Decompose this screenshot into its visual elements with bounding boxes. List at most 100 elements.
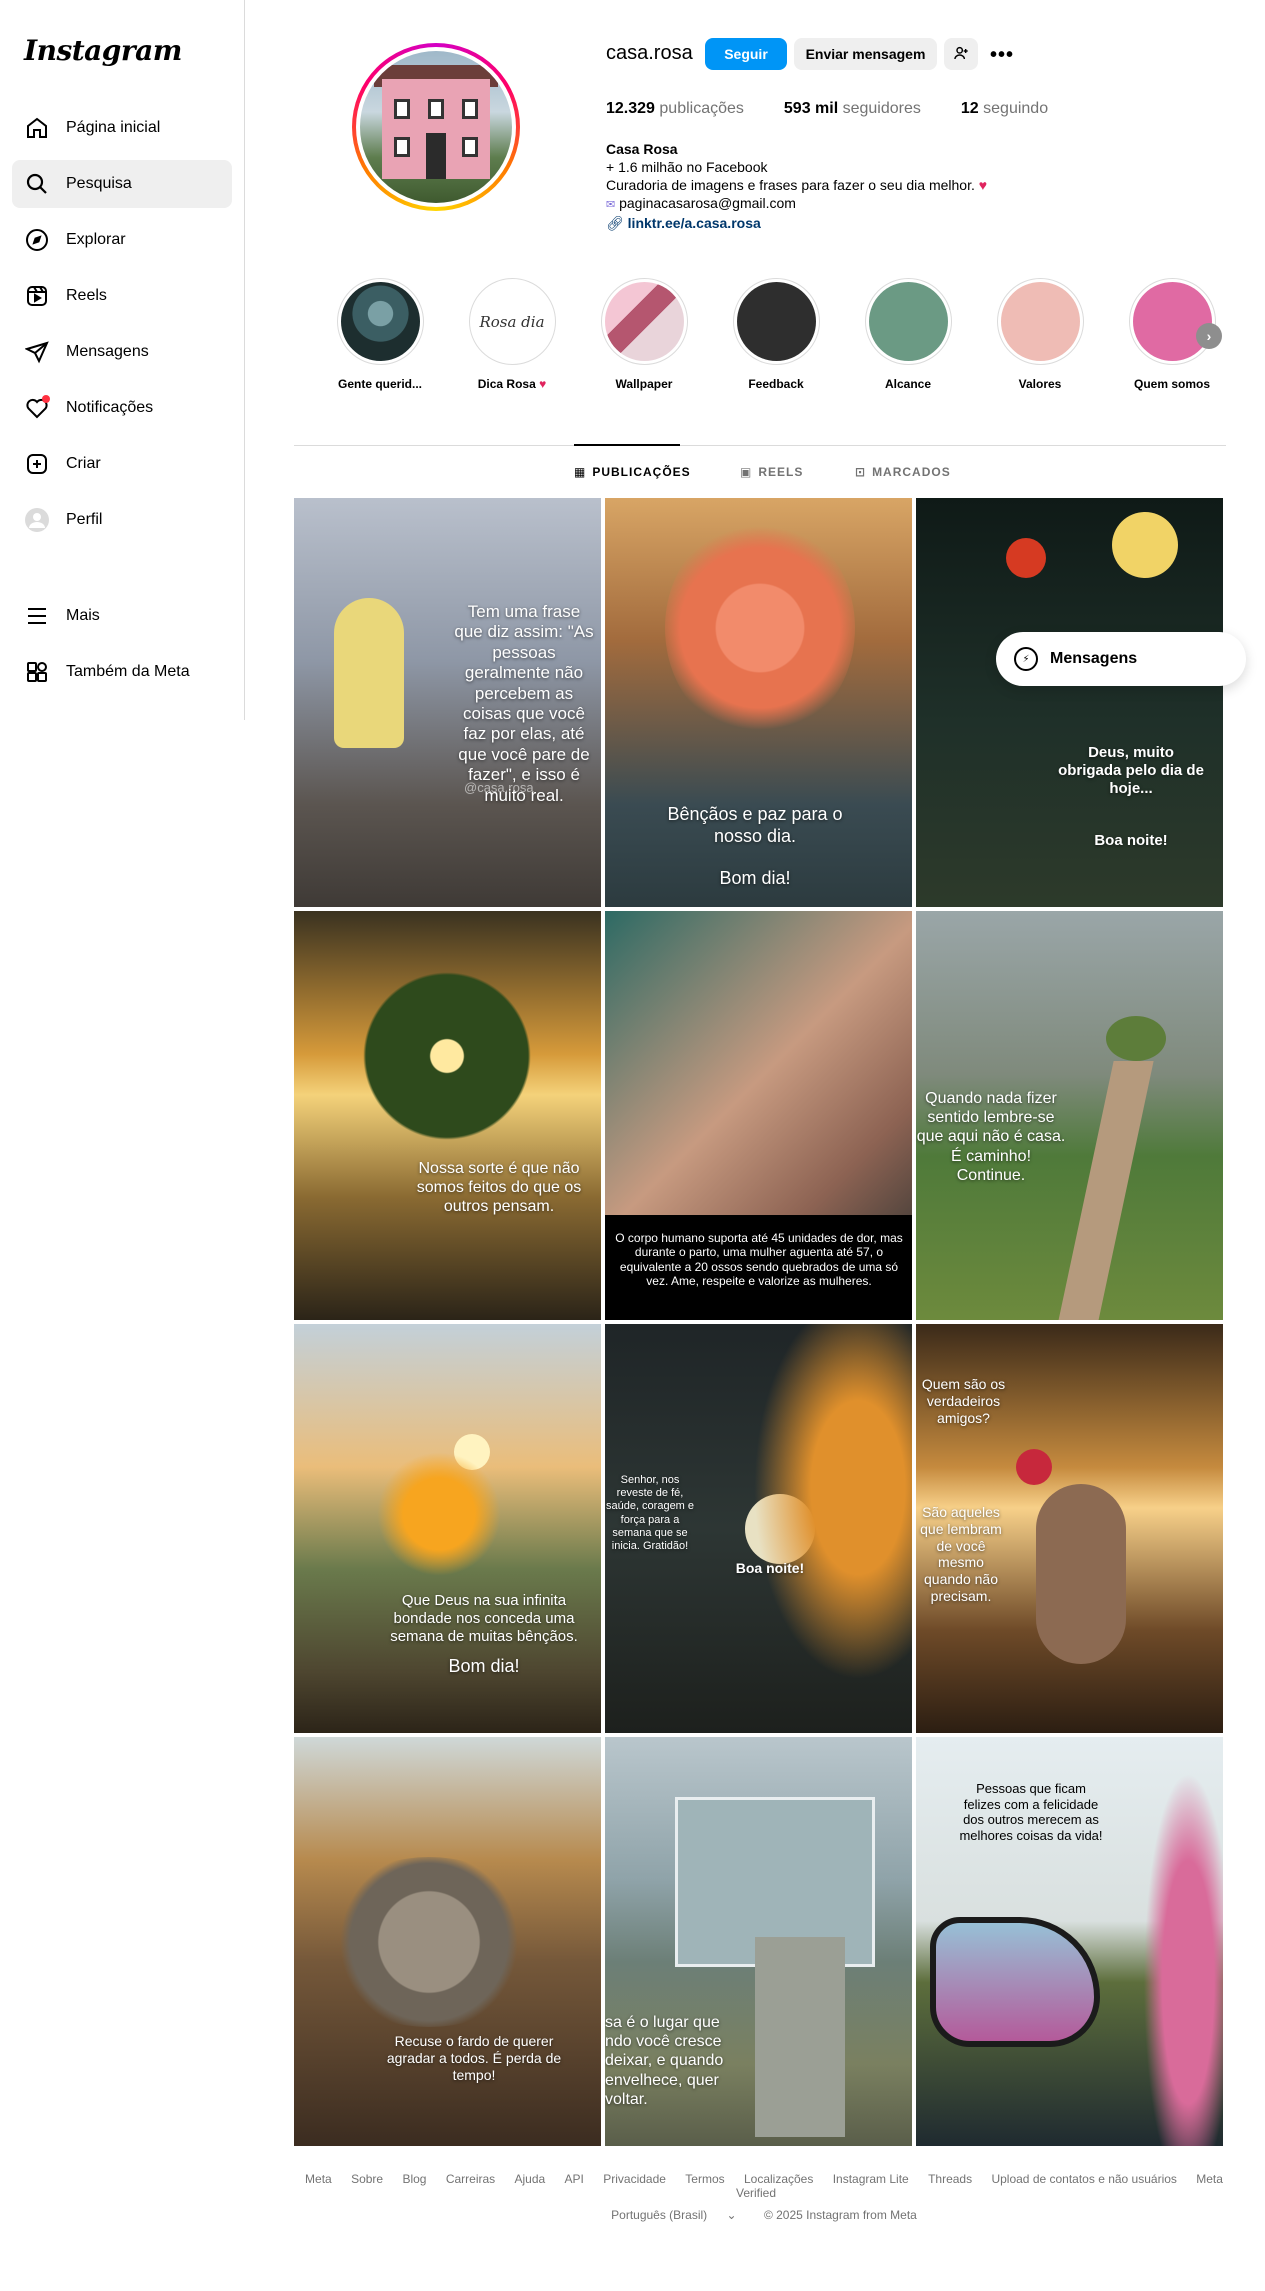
copyright: © 2025 Instagram from Meta <box>763 2208 917 2222</box>
sidebar-item-explore[interactable]: Explorar <box>12 216 232 264</box>
bio-line: Curadoria de imagens e frases para fazer… <box>606 177 988 193</box>
footer-link[interactable]: Sobre <box>351 2172 383 2186</box>
post-tile[interactable]: Nossa sorte é que não somos feitos do qu… <box>294 911 601 1320</box>
post-tile[interactable]: Que Deus na sua infinita bondade nos con… <box>294 1324 601 1733</box>
moon <box>1112 512 1178 578</box>
footer-link[interactable]: Upload de contatos e não usuários <box>991 2172 1176 2186</box>
post-tile[interactable]: Recuse o fardo de querer agradar a todos… <box>294 1737 601 2146</box>
footer-link[interactable]: Instagram Lite <box>833 2172 909 2186</box>
posts-count: 12.329 publicações <box>606 100 744 117</box>
footer-link[interactable]: API <box>565 2172 584 2186</box>
sidebar-item-create[interactable]: Criar <box>12 440 232 488</box>
red-poppy <box>1006 538 1046 578</box>
tab-reels[interactable]: ▣ REELS <box>740 465 803 479</box>
post-tile[interactable]: Deus, muito obrigada pelo dia de hoje...… <box>916 498 1223 907</box>
sidebar-item-also-from-meta[interactable]: Também da Meta <box>12 648 232 696</box>
footer-link[interactable]: Privacidade <box>603 2172 666 2186</box>
sidebar-item-messages[interactable]: Mensagens <box>12 328 232 376</box>
footer-links: Meta Sobre Blog Carreiras Ajuda API Priv… <box>294 2172 1226 2200</box>
chevron-down-icon: ⌄ <box>726 2208 737 2222</box>
highlight-alcance[interactable]: Alcance <box>853 278 963 391</box>
instagram-logo[interactable]: Instagram <box>24 34 182 67</box>
tab-tagged[interactable]: ⊡ MARCADOS <box>855 465 951 479</box>
post-tile[interactable]: O corpo humano suporta até 45 unidades d… <box>605 911 912 1320</box>
post-tile[interactable]: Tem uma frase que diz assim: "As pessoas… <box>294 498 601 907</box>
profile-avatar-icon <box>24 507 50 533</box>
messages-floating-button[interactable]: ⚡︎ Mensagens <box>996 632 1246 686</box>
profile-bio: Casa Rosa + 1.6 milhão no Facebook Curad… <box>606 140 987 232</box>
sidebar-item-home[interactable]: Página inicial <box>12 104 232 152</box>
highlight-dica-rosa[interactable]: Rosa dia Dica Rosa ♥ <box>457 278 567 391</box>
sidebar-item-more[interactable]: Mais <box>12 592 232 640</box>
sidebar-item-profile[interactable]: Perfil <box>12 496 232 544</box>
footer-link[interactable]: Termos <box>685 2172 724 2186</box>
sidebar-item-label: Mais <box>66 607 100 624</box>
pink-flowers <box>1136 1737 1223 2146</box>
profile-avatar[interactable] <box>352 43 520 211</box>
follow-button[interactable]: Seguir <box>705 38 787 70</box>
door <box>426 133 446 179</box>
bio-line: + 1.6 milhão no Facebook <box>606 159 768 175</box>
footer-link[interactable]: Localizações <box>744 2172 813 2186</box>
sidebar-item-reels[interactable]: Reels <box>12 272 232 320</box>
sidebar-item-label: Notificações <box>66 399 154 416</box>
active-tab-indicator <box>574 444 680 446</box>
post-tile[interactable]: Quando nada fizer sentido lembre-se que … <box>916 911 1223 1320</box>
footer-link[interactable]: Meta <box>305 2172 332 2186</box>
plus-square-icon <box>24 451 50 477</box>
suggested-users-button[interactable] <box>944 38 978 70</box>
bio-link[interactable]: 🔗︎ linktr.ee/a.casa.rosa <box>606 214 987 232</box>
footer-link[interactable]: Threads <box>928 2172 972 2186</box>
more-options-icon[interactable]: ••• <box>990 44 1014 67</box>
sidebar-item-label: Também da Meta <box>66 663 190 680</box>
sidebar-item-search[interactable]: Pesquisa <box>12 160 232 208</box>
sidebar-item-label: Perfil <box>66 511 103 528</box>
grid-icon: ▦ <box>574 465 587 479</box>
post-tile[interactable]: Senhor, nos reveste de fé, saúde, corage… <box>605 1324 912 1733</box>
following-count[interactable]: 12 seguindo <box>961 100 1048 118</box>
tabs-divider <box>294 445 1226 446</box>
footer-link[interactable]: Blog <box>402 2172 426 2186</box>
sidebar-item-label: Página inicial <box>66 119 161 136</box>
messenger-icon: ⚡︎ <box>1014 647 1038 671</box>
language-selector[interactable]: Português (Brasil) ⌄ <box>603 2208 744 2222</box>
profile-username: casa.rosa <box>606 42 693 64</box>
menu-icon <box>24 603 50 629</box>
orange-blossoms <box>725 1324 912 1733</box>
link-icon: 🔗︎ <box>606 215 624 231</box>
post-tile[interactable]: Pessoas que ficam felizes com a felicida… <box>916 1737 1223 2146</box>
bio-email: ✉ paginacasarosa@gmail.com <box>606 195 796 211</box>
sidebar-item-label: Reels <box>66 287 107 304</box>
heart-icon <box>24 395 50 421</box>
rose <box>1016 1449 1052 1485</box>
post-tile[interactable]: Quem são os verdadeiros amigos? São aque… <box>916 1324 1223 1733</box>
tagged-icon: ⊡ <box>855 465 867 479</box>
tab-posts[interactable]: ▦ PUBLICAÇÕES <box>574 465 691 479</box>
sidebar: Instagram Página inicial Pesquisa Explor… <box>0 0 245 720</box>
notification-dot <box>42 395 50 403</box>
post-tile[interactable]: sa é o lugar que ndo você cresce deixar,… <box>605 1737 912 2146</box>
flower-bouquet <box>665 518 855 738</box>
highlight-wallpaper[interactable]: Wallpaper <box>589 278 699 391</box>
highlight-valores[interactable]: Valores <box>985 278 1095 391</box>
avatar-pink-house-image <box>360 51 512 203</box>
doll-figure <box>334 598 404 748</box>
highlight-feedback[interactable]: Feedback <box>721 278 831 391</box>
reels-icon <box>24 283 50 309</box>
car-mirror <box>930 1917 1100 2047</box>
followers-count[interactable]: 593 mil seguidores <box>784 100 921 118</box>
chevron-right-icon[interactable]: › <box>1196 323 1222 349</box>
compass-icon <box>24 227 50 253</box>
home-icon <box>24 115 50 141</box>
footer-link[interactable]: Ajuda <box>515 2172 546 2186</box>
profile-stats: 12.329 publicações 593 mil seguidores 12… <box>606 100 1088 118</box>
search-icon <box>24 171 50 197</box>
send-message-button[interactable]: Enviar mensagem <box>794 38 937 70</box>
sidebar-item-notifications[interactable]: Notificações <box>12 384 232 432</box>
sidebar-item-label: Pesquisa <box>66 175 132 192</box>
sidebar-item-label: Criar <box>66 455 101 472</box>
highlight-gente-querida[interactable]: Gente querid... <box>325 278 435 391</box>
post-tile[interactable]: Bênçãos e paz para o nosso dia. Bom dia! <box>605 498 912 907</box>
footer-link[interactable]: Carreiras <box>446 2172 495 2186</box>
mouse-figure <box>1036 1484 1126 1664</box>
